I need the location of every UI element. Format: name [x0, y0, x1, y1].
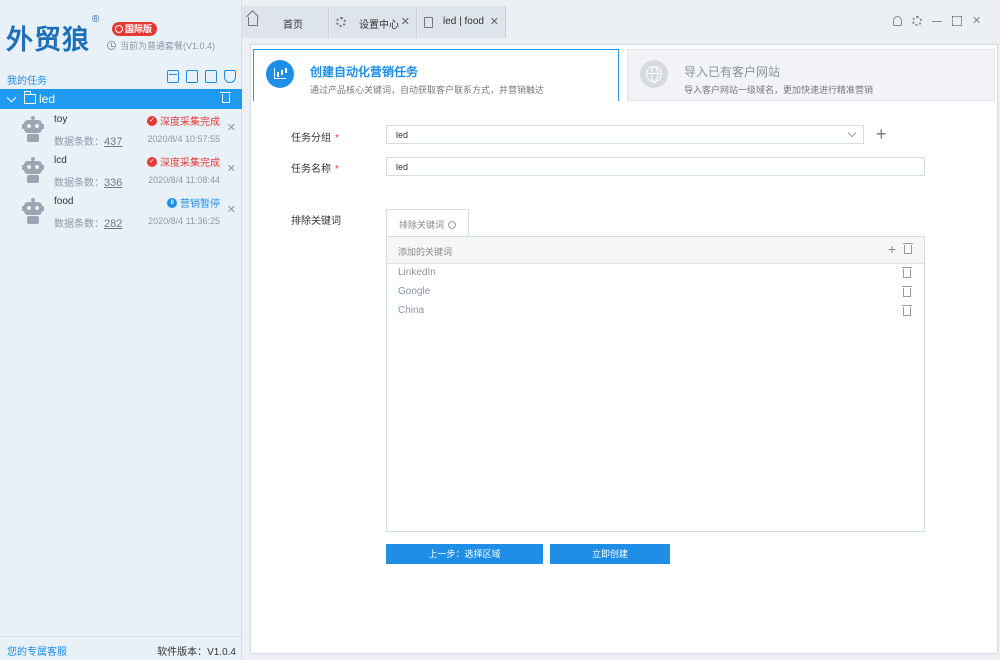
- trash-icon[interactable]: [902, 286, 912, 297]
- check-icon: ✓: [147, 156, 157, 167]
- close-icon[interactable]: ✕: [227, 203, 236, 216]
- task-name-label: 任务名称 *: [291, 164, 339, 175]
- exclude-keywords-label: 排除关键词: [291, 216, 341, 227]
- task-group-label: led: [39, 92, 56, 106]
- sidebar: 外贸狼 ® 国际版 当前为普通套餐(V1.0.4) 我的任务 led toy 数…: [0, 0, 242, 660]
- task-group-select[interactable]: led: [386, 125, 864, 144]
- step-desc: 通过产品核心关键词，自动获取客户联系方式，并营销触达: [310, 85, 545, 95]
- task-count-link[interactable]: 282: [104, 218, 122, 230]
- task-count-link[interactable]: 336: [104, 177, 122, 189]
- add-keyword-icon[interactable]: +: [888, 242, 896, 256]
- my-tasks-header: 我的任务: [0, 68, 242, 88]
- app-logo: 外贸狼: [6, 25, 90, 56]
- task-count: 数据条数：336: [54, 177, 123, 189]
- keyword-item: LinkedIn: [387, 264, 924, 283]
- brand-area: 外贸狼 ® 国际版 当前为普通套餐(V1.0.4): [0, 0, 242, 64]
- robot-icon: [22, 116, 44, 142]
- keyword-panel-header: 添加的关键词 +: [387, 237, 924, 264]
- step-import-sites[interactable]: 导入已有客户网站 导入客户网站一级域名，更加快速进行精准营销: [627, 49, 995, 101]
- info-icon: [448, 221, 457, 229]
- close-icon[interactable]: ✕: [227, 162, 236, 175]
- keyword-item: China: [387, 302, 924, 321]
- clock-icon: [107, 41, 116, 50]
- customer-service-link[interactable]: 您的专属客服: [7, 643, 67, 658]
- create-now-button[interactable]: 立即创建: [550, 544, 670, 564]
- tab-home[interactable]: 首页: [242, 6, 329, 38]
- edition-badge-label: 国际版: [125, 24, 153, 34]
- tab-exclude-keywords[interactable]: 排除关键词: [386, 209, 469, 236]
- edition-badge: 国际版: [112, 22, 158, 36]
- delete-group-icon[interactable]: [220, 92, 231, 103]
- folder-icon: [23, 91, 36, 104]
- added-keywords-label: 添加的关键词: [398, 247, 453, 257]
- plan-version-text: 当前为普通套餐(V1.0.4): [120, 41, 216, 51]
- tab-bar: 首页 设置中心 ✕ led | food ✕ ✕: [242, 6, 1000, 38]
- gear-icon: [336, 17, 346, 27]
- registered-mark: ®: [92, 14, 100, 25]
- task-group-label: 任务分组 *: [291, 133, 339, 144]
- home-icon: [248, 17, 258, 26]
- trash-icon[interactable]: [902, 305, 912, 316]
- window-controls: ✕: [893, 16, 982, 27]
- task-count-link[interactable]: 437: [104, 136, 122, 148]
- task-name-input[interactable]: led: [386, 157, 925, 176]
- step-title: 创建自动化营销任务: [310, 65, 419, 79]
- calendar-icon[interactable]: [167, 70, 179, 83]
- task-status: ✓ 深度采集完成: [147, 113, 220, 128]
- chart-icon: [266, 60, 294, 88]
- export-file-icon[interactable]: [205, 70, 217, 83]
- close-tab-icon[interactable]: ✕: [401, 15, 410, 28]
- task-name: lcd: [54, 155, 67, 166]
- robot-icon: [22, 198, 44, 224]
- shield-icon[interactable]: [224, 70, 236, 83]
- step-create-task[interactable]: 创建自动化营销任务 通过产品核心关键词，自动获取客户联系方式，并营销触达: [253, 49, 619, 101]
- task-item-lcd[interactable]: lcd 数据条数：336 ✓ 深度采集完成 2020/8/4 11:08:44 …: [0, 151, 242, 192]
- task-status: ॥ 营销暂停: [167, 195, 220, 210]
- keyword-panel: 添加的关键词 + LinkedIn Google China: [386, 236, 925, 532]
- task-name: toy: [54, 114, 68, 125]
- tab-settings[interactable]: 设置中心 ✕: [330, 6, 417, 38]
- step-title: 导入已有客户网站: [684, 65, 781, 79]
- task-toolbar: [167, 70, 236, 83]
- maximize-icon[interactable]: [952, 16, 962, 26]
- globe-icon: [640, 60, 668, 88]
- add-group-button[interactable]: +: [876, 125, 887, 143]
- trash-icon[interactable]: [902, 267, 912, 278]
- close-window-icon[interactable]: ✕: [972, 16, 982, 27]
- delete-all-icon[interactable]: [903, 242, 913, 254]
- my-tasks-title: 我的任务: [7, 76, 47, 87]
- tab-led-food[interactable]: led | food ✕: [418, 6, 506, 38]
- software-version: 软件版本：V1.0.4: [157, 647, 236, 658]
- chevron-down-icon: [847, 128, 857, 138]
- sidebar-footer: 您的专属客服 软件版本：V1.0.4: [0, 636, 242, 660]
- add-folder-icon[interactable]: [186, 70, 198, 83]
- pause-icon: ॥: [167, 197, 177, 208]
- plan-version: 当前为普通套餐(V1.0.4): [107, 39, 215, 52]
- task-item-food[interactable]: food 数据条数：282 ॥ 营销暂停 2020/8/4 11:36:25 ✕: [0, 192, 242, 233]
- file-icon: [424, 17, 433, 28]
- keyword-item: Google: [387, 283, 924, 302]
- task-group-led[interactable]: led: [0, 89, 242, 109]
- task-status: ✓ 深度采集完成: [147, 154, 220, 169]
- task-time: 2020/8/4 11:36:25: [148, 216, 220, 226]
- edition-icon: [115, 25, 123, 33]
- check-icon: ✓: [147, 115, 157, 126]
- task-name: food: [54, 196, 74, 207]
- task-count: 数据条数：437: [54, 136, 123, 148]
- minimize-icon[interactable]: [932, 16, 942, 26]
- chevron-down-icon[interactable]: [6, 92, 17, 103]
- step-desc: 导入客户网站一级域名，更加快速进行精准营销: [684, 85, 874, 95]
- task-count: 数据条数：282: [54, 218, 123, 230]
- main-panel: 创建自动化营销任务 通过产品核心关键词，自动获取客户联系方式，并营销触达 导入已…: [250, 44, 998, 654]
- prev-step-button[interactable]: 上一步：选择区域: [386, 544, 543, 564]
- robot-icon: [22, 157, 44, 183]
- close-icon[interactable]: ✕: [227, 121, 236, 134]
- task-time: 2020/8/4 11:08:44: [148, 175, 220, 185]
- user-icon[interactable]: [893, 16, 902, 26]
- close-tab-icon[interactable]: ✕: [490, 15, 499, 28]
- task-time: 2020/8/4 10:57:55: [147, 134, 220, 144]
- settings-icon[interactable]: [912, 16, 922, 26]
- task-item-toy[interactable]: toy 数据条数：437 ✓ 深度采集完成 2020/8/4 10:57:55 …: [0, 110, 242, 151]
